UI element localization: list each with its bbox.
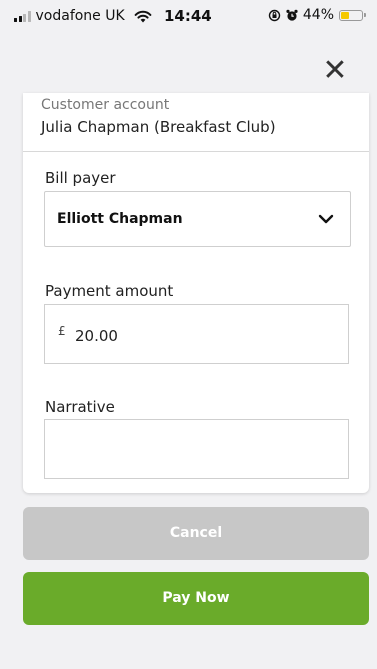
alarm-icon — [286, 9, 298, 21]
narrative-input[interactable] — [44, 419, 349, 479]
bill-payer-select[interactable]: Elliott Chapman — [44, 191, 351, 247]
customer-account-label: Customer account — [41, 97, 170, 113]
pay-now-button[interactable]: Pay Now — [23, 572, 369, 625]
battery-fill — [341, 11, 349, 19]
payment-amount-input[interactable]: £ 20.00 — [44, 304, 349, 364]
carrier-name: vodafone UK — [35, 8, 125, 24]
battery-percent: 44% — [302, 7, 334, 23]
customer-account-value: Julia Chapman (Breakfast Club) — [41, 118, 276, 136]
status-bar: vodafone UK 14:44 44% — [0, 0, 377, 34]
bill-payer-label: Bill payer — [45, 169, 116, 187]
wifi-icon — [134, 10, 152, 22]
narrative-label: Narrative — [45, 398, 115, 416]
cancel-button[interactable]: Cancel — [23, 507, 369, 560]
currency-symbol: £ — [58, 324, 66, 338]
payment-form-card: Customer account Julia Chapman (Breakfas… — [23, 93, 369, 493]
bill-payer-selected-value: Elliott Chapman — [57, 211, 183, 227]
close-button[interactable]: ✕ — [318, 56, 352, 86]
chevron-down-icon — [318, 214, 334, 224]
status-left: vodafone UK — [14, 8, 152, 24]
status-right: 44% — [268, 7, 366, 23]
payment-amount-label: Payment amount — [45, 282, 174, 300]
divider — [23, 151, 369, 152]
close-icon[interactable]: ✕ — [322, 53, 347, 88]
orientation-lock-icon — [268, 9, 281, 21]
payment-amount-value: 20.00 — [75, 327, 118, 345]
clock-time: 14:44 — [164, 7, 212, 25]
signal-icon — [14, 10, 31, 22]
battery-icon — [339, 9, 366, 21]
